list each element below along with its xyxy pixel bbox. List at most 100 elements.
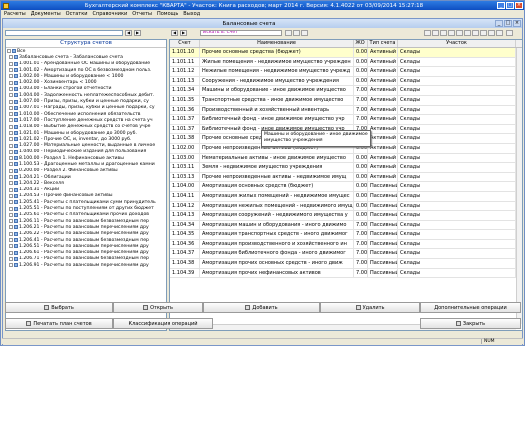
table-row[interactable]: 1.104.37 Амортизация библиотечного фонда …	[170, 249, 522, 260]
table-row[interactable]: 1.101.13 Сооружения - недвижимое имуществ…	[170, 76, 522, 87]
tree-search-input[interactable]	[5, 30, 123, 36]
expand-icon[interactable]	[9, 181, 13, 186]
print-icon[interactable]	[448, 30, 455, 36]
table-row[interactable]: 1.104.12 Амортизация нежилых помещений - …	[170, 201, 522, 212]
child-close-icon[interactable]: ×	[513, 20, 521, 27]
table-row[interactable]: 1.101.12 Нежилые помещения - недвижимое и…	[170, 67, 522, 77]
expand-icon[interactable]	[9, 168, 13, 173]
grid-vertical-scrollbar[interactable]	[516, 48, 522, 324]
tree-item[interactable]: 1.018.00 - Выбытие денежных средств со с…	[6, 124, 166, 130]
tree-item[interactable]: 1.206.51 - Расчеты по авансовым перечисл…	[6, 243, 166, 249]
col-header-jo[interactable]: ЖО	[354, 40, 368, 47]
grid-nav-next-icon[interactable]: ▶	[180, 30, 187, 36]
expand-icon[interactable]	[9, 175, 13, 180]
menu-item[interactable]: Остатки	[66, 11, 88, 17]
expand-icon[interactable]	[9, 162, 13, 167]
tree-item[interactable]: 1.027.00 - Материальные ценности, выданн…	[6, 142, 166, 148]
expand-icon[interactable]	[9, 231, 13, 236]
menu-item[interactable]: Выход	[183, 11, 200, 17]
menu-item[interactable]: Помощь	[157, 11, 178, 17]
expand-icon[interactable]	[9, 80, 13, 85]
expand-icon[interactable]	[9, 118, 13, 123]
select-button[interactable]: Выбрать	[5, 302, 113, 313]
tree-item[interactable]: 1.206.71 - Расчеты по авансовым безвозме…	[6, 256, 166, 262]
table-row[interactable]: 1.104.00 Амортизация основных средств (бю…	[170, 182, 522, 192]
expand-icon[interactable]	[9, 225, 13, 230]
child-maximize-icon[interactable]: □	[504, 20, 512, 27]
col-header-type[interactable]: Тип счета	[368, 40, 398, 47]
open-button[interactable]: Открыть	[113, 302, 203, 313]
exit-icon[interactable]	[506, 30, 513, 36]
tree-item[interactable]: 1.007.00 - Призы, призы, кубки и ценные …	[6, 98, 166, 104]
expand-icon[interactable]	[9, 219, 13, 224]
search-icon[interactable]	[285, 30, 292, 36]
settings-icon[interactable]	[456, 30, 463, 36]
expand-icon[interactable]	[9, 187, 13, 192]
menu-item[interactable]: Справочники	[92, 11, 127, 17]
expand-icon[interactable]	[9, 61, 13, 66]
table-row-selected[interactable]: 1.101.10 Прочие основные средства (бюджет…	[170, 48, 522, 58]
expand-icon[interactable]	[9, 86, 13, 91]
search-field-selector[interactable]: Искать в: Счет	[200, 30, 282, 36]
expand-icon[interactable]	[9, 105, 13, 110]
tree-item[interactable]: 1.040.00 - Периодические издания для пол…	[6, 149, 166, 155]
tree-item[interactable]: 1.206.91 - Расчеты по авансовым перечисл…	[6, 262, 166, 268]
sort-icon[interactable]	[301, 30, 308, 36]
col-header-section[interactable]: Участок	[398, 40, 516, 47]
accounts-grid[interactable]: Счет Наименование ЖО Тип счета Участок 1…	[169, 39, 523, 331]
table-row[interactable]: 1.101.37 Библиотечный фонд - иное движимо…	[170, 115, 522, 125]
expand-icon[interactable]	[9, 124, 13, 129]
expand-icon[interactable]	[9, 55, 13, 60]
table-row[interactable]: 1.104.38 Амортизация прочих основных сред…	[170, 259, 522, 269]
tree-item[interactable]: 1.206.11 - Расчеты по авансовым безвозме…	[6, 218, 166, 224]
copy-icon[interactable]	[432, 30, 439, 36]
expand-icon[interactable]	[9, 206, 13, 211]
menu-item[interactable]: Документы	[31, 11, 61, 17]
add-button[interactable]: Добавить	[203, 302, 320, 313]
columns-icon[interactable]	[464, 30, 471, 36]
table-row[interactable]: 1.103.00 Нематериальные активы - иное дви…	[170, 153, 522, 164]
expand-icon[interactable]	[9, 93, 13, 98]
tree-item[interactable]: 1.206.22 - Расчеты по авансовым перечисл…	[6, 231, 166, 237]
expand-icon[interactable]	[9, 212, 13, 217]
excel-icon[interactable]	[480, 30, 487, 36]
tree-item[interactable]: 1.004.00 - Задолженность неплатежеспособ…	[6, 92, 166, 98]
table-row[interactable]: 1.101.35 Транспортные средства - иное дви…	[170, 95, 522, 106]
child-minimize-icon[interactable]: _	[495, 20, 503, 27]
filter-icon[interactable]	[293, 30, 300, 36]
minimize-icon[interactable]: _	[497, 2, 505, 9]
expand-icon[interactable]	[9, 244, 13, 249]
tree-item[interactable]: 1.206.21 - Расчеты по авансовым перечисл…	[6, 224, 166, 230]
expand-icon[interactable]	[9, 137, 13, 142]
expand-icon[interactable]	[9, 143, 13, 148]
expand-icon[interactable]	[9, 112, 13, 117]
table-row[interactable]: 1.104.39 Амортизация прочих нефинансовых …	[170, 268, 522, 279]
tree-item[interactable]: 1.007.01 - Награды, призы, кубки и ценны…	[6, 105, 166, 111]
tree-item[interactable]: 1.001.02 - Амортизация по ОС в безвозмез…	[6, 67, 166, 73]
view-icon[interactable]	[472, 30, 479, 36]
grid-nav-prev-icon[interactable]: ◀	[171, 30, 178, 36]
table-row[interactable]: 1.104.36 Амортизация производственного и …	[170, 239, 522, 250]
expand-icon[interactable]	[9, 200, 13, 205]
tree-item[interactable]: 1.001.01 - Арендованные ОС машины и обор…	[6, 61, 166, 67]
tree-item[interactable]: 1.206.41 - Расчеты по авансовым безвозме…	[6, 237, 166, 243]
table-row[interactable]: 1.101.36 Производственный и хозяйственный…	[170, 105, 522, 116]
table-row[interactable]: 1.103.11 Земля - недвижимое имущество учр…	[170, 163, 522, 173]
expand-icon[interactable]	[9, 149, 13, 154]
expand-icon[interactable]	[9, 156, 13, 161]
expand-icon[interactable]	[7, 49, 11, 54]
expand-icon[interactable]	[9, 131, 13, 135]
help-icon[interactable]	[496, 30, 503, 36]
col-header-account[interactable]: Счет	[170, 40, 200, 47]
close-button[interactable]: Закрыть	[420, 318, 521, 329]
table-row[interactable]: 1.101.11 Жилые помещения - недвижимое иму…	[170, 57, 522, 68]
account-structure-tree[interactable]: Структура счетов Все Забалансовые счета …	[5, 39, 167, 331]
maximize-icon[interactable]: □	[506, 2, 514, 9]
col-header-name[interactable]: Наименование	[200, 40, 354, 47]
table-row[interactable]: 1.104.11 Амортизация жилых помещений - не…	[170, 191, 522, 202]
expand-icon[interactable]	[9, 68, 13, 73]
tree-item[interactable]: 1.017.00 - Поступление денежных средств …	[6, 117, 166, 123]
print-plan-button[interactable]: Печатать план счетов	[5, 318, 113, 329]
tools-icon[interactable]	[488, 30, 495, 36]
delete-button[interactable]: Удалить	[320, 302, 420, 313]
